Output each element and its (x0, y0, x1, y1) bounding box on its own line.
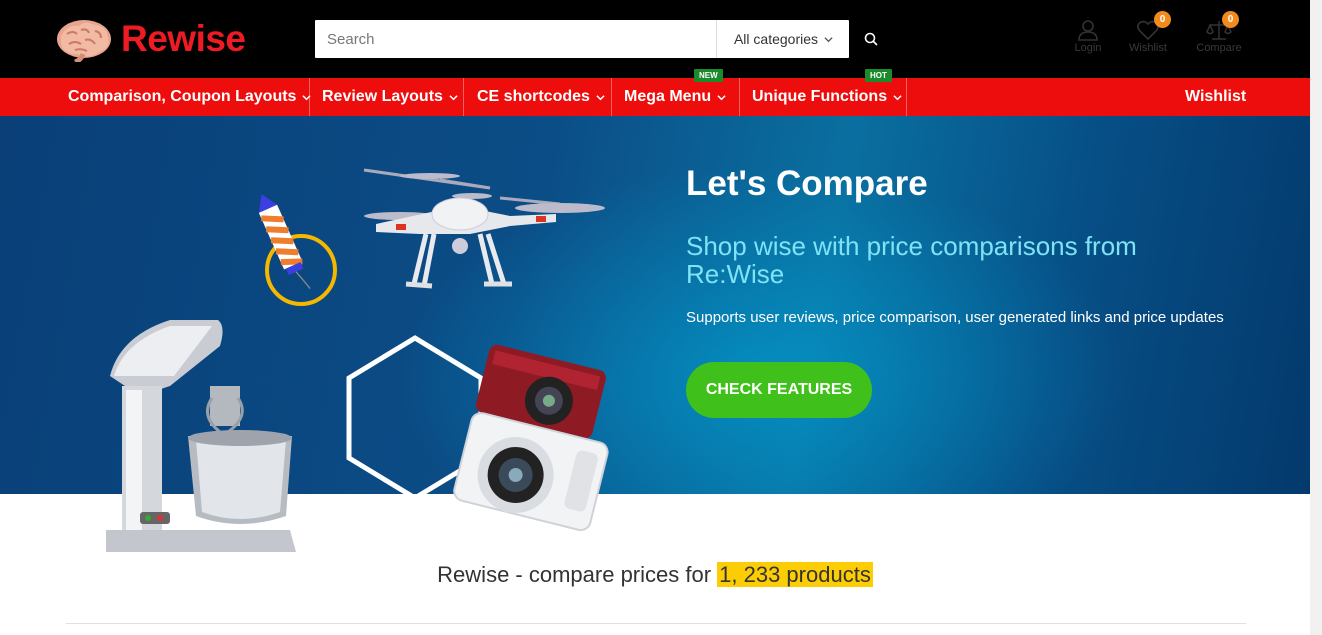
compare-label: Compare (1196, 42, 1242, 54)
nav-wishlist-label: Wishlist (1185, 88, 1247, 105)
hero-banner: Let's Compare Shop wise with price compa… (0, 116, 1310, 552)
nav-item-mega-menu[interactable]: Mega Menu NEW (624, 69, 726, 116)
nav-item-unique-functions[interactable]: Unique Functions HOT (752, 69, 902, 116)
nav-item-comparison[interactable]: Comparison, Coupon Layouts (68, 78, 312, 116)
search-button[interactable] (849, 20, 893, 58)
scrollbar-track[interactable] (1310, 0, 1322, 635)
chevron-down-icon (449, 94, 458, 100)
section-divider (66, 623, 1246, 624)
check-features-button[interactable]: CHECK FEATURES (686, 362, 872, 418)
nav-wishlist-link[interactable]: Wishlist (1185, 78, 1246, 116)
wishlist-label: Wishlist (1129, 42, 1167, 54)
cameras-illustration (453, 344, 609, 532)
page: Rewise All categories Login 0 Wishlist 0… (0, 0, 1310, 635)
chevron-down-icon (717, 94, 726, 100)
nav-item-label: Comparison, Coupon Layouts (68, 88, 297, 105)
wishlist-count-badge: 0 (1154, 11, 1171, 28)
nav-divider (739, 78, 740, 116)
search-bar: All categories (315, 20, 849, 58)
top-header: Rewise All categories Login 0 Wishlist 0… (0, 0, 1310, 78)
user-icon (1078, 20, 1098, 41)
hot-tag-badge: HOT (865, 69, 892, 82)
nav-item-label: Review Layouts (322, 88, 443, 105)
category-select[interactable]: All categories (716, 20, 850, 58)
brand-name: Rewise (121, 18, 246, 59)
product-count-highlight: 1, 233 products (717, 562, 873, 587)
chevron-down-icon (302, 94, 312, 100)
firework-rocket-illustration (258, 194, 337, 306)
login-label: Login (1074, 42, 1102, 54)
search-icon (864, 32, 878, 46)
product-count-prefix: Rewise - compare prices for (437, 562, 718, 587)
nav-item-label: Mega Menu (624, 88, 712, 105)
stand-mixer-illustration (106, 320, 296, 552)
hero-description: Supports user reviews, price comparison,… (686, 309, 1224, 326)
logo[interactable]: Rewise (55, 14, 246, 64)
brain-logo-icon (57, 20, 111, 62)
hero-title: Let's Compare (686, 164, 928, 203)
chevron-down-icon (893, 94, 902, 100)
nav-item-label: Unique Functions (752, 88, 888, 105)
nav-divider (309, 78, 310, 116)
nav-divider (611, 78, 612, 116)
main-nav: Comparison, Coupon Layouts Review Layout… (0, 69, 1310, 116)
search-input[interactable] (315, 20, 729, 58)
category-select-value: All categories (733, 31, 819, 47)
compare-count-badge: 0 (1222, 11, 1239, 28)
nav-item-ce-shortcodes[interactable]: CE shortcodes (477, 78, 605, 116)
compare-link[interactable]: 0 Compare (1189, 11, 1249, 54)
nav-item-review-layouts[interactable]: Review Layouts (322, 78, 458, 116)
login-link[interactable]: Login (1058, 18, 1118, 54)
drone-illustration (363, 168, 605, 289)
new-tag-badge: NEW (694, 69, 723, 82)
nav-divider (463, 78, 464, 116)
chevron-down-icon (824, 36, 833, 42)
product-count-line: Rewise - compare prices for 1, 233 produ… (0, 562, 1310, 588)
chevron-down-icon (596, 94, 605, 100)
nav-divider (906, 78, 907, 116)
wishlist-link[interactable]: 0 Wishlist (1118, 11, 1178, 54)
hero-subtitle: Shop wise with price comparisons from Re… (686, 231, 1137, 289)
nav-item-label: CE shortcodes (477, 88, 590, 105)
